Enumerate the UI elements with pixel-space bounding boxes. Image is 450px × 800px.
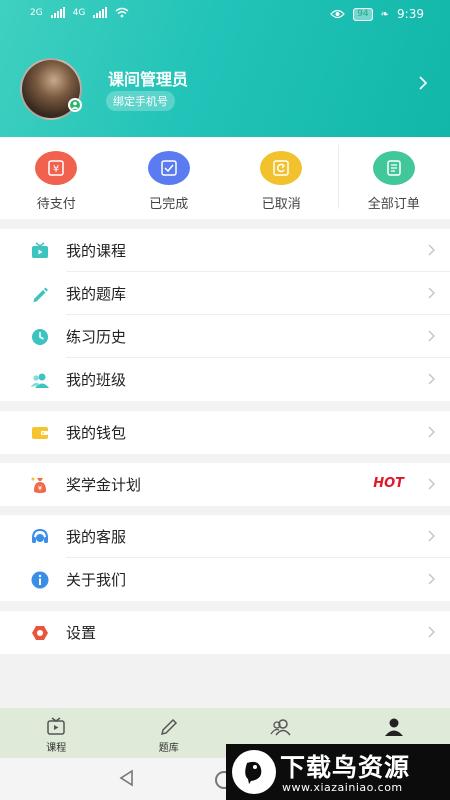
menu-group-scholarship: ¥ 奖学金计划 HOT bbox=[0, 463, 450, 506]
svg-text:¥: ¥ bbox=[53, 164, 59, 175]
users-icon bbox=[270, 719, 291, 736]
chevron-right-icon bbox=[428, 478, 435, 490]
menu-group-learning: 我的课程 我的题库 练习历史 我的班级 bbox=[0, 229, 450, 401]
clock-time: 9:39 bbox=[397, 7, 424, 21]
tab-label: 课程 bbox=[46, 743, 67, 754]
signal-icon-2 bbox=[93, 7, 108, 18]
person-icon bbox=[384, 718, 403, 736]
cancel-refresh-icon bbox=[260, 151, 303, 185]
signal-icon bbox=[50, 7, 65, 18]
hot-badge: HOT bbox=[373, 476, 404, 491]
order-label: 全部订单 bbox=[367, 197, 420, 212]
menu-label: 我的客服 bbox=[66, 528, 127, 546]
chevron-right-icon bbox=[428, 287, 435, 299]
menu-item-my-class[interactable]: 我的班级 bbox=[0, 358, 450, 401]
chevron-right-icon bbox=[428, 573, 435, 585]
menu-item-about-us[interactable]: 关于我们 bbox=[0, 558, 450, 601]
order-cancelled-button[interactable]: 已取消 bbox=[225, 137, 338, 219]
users-icon bbox=[30, 373, 49, 388]
tab-question-bank[interactable]: 题库 bbox=[113, 708, 226, 758]
eye-icon bbox=[330, 9, 346, 19]
tv-play-icon bbox=[32, 242, 48, 258]
order-all-button[interactable]: 全部订单 bbox=[338, 137, 450, 219]
menu-label: 练习历史 bbox=[66, 328, 127, 346]
headset-icon bbox=[32, 528, 48, 543]
order-label: 已取消 bbox=[261, 197, 301, 212]
status-bar: 2G 4G 94 ❧ 9:39 bbox=[0, 0, 450, 30]
pencil-icon bbox=[33, 287, 48, 302]
order-divider bbox=[338, 145, 339, 209]
menu-label: 设置 bbox=[66, 624, 97, 642]
chevron-right-icon[interactable] bbox=[416, 76, 430, 90]
menu-label: 我的钱包 bbox=[66, 424, 127, 442]
wallet-icon bbox=[32, 427, 48, 439]
menu-label: 奖学金计划 bbox=[66, 476, 142, 494]
watermark-url: www.xiazainiao.com bbox=[282, 781, 403, 794]
gear-icon bbox=[32, 626, 48, 640]
tab-label: 题库 bbox=[158, 743, 179, 754]
chevron-right-icon bbox=[428, 426, 435, 438]
chevron-right-icon bbox=[428, 373, 435, 385]
order-completed-button[interactable]: 已完成 bbox=[113, 137, 226, 219]
menu-label: 我的班级 bbox=[66, 371, 127, 389]
leaf-icon: ❧ bbox=[380, 8, 390, 20]
check-list-icon bbox=[147, 151, 190, 185]
menu-label: 我的课程 bbox=[66, 242, 127, 260]
menu-item-settings[interactable]: 设置 bbox=[0, 611, 450, 654]
username: 课间管理员 bbox=[108, 70, 189, 89]
menu-item-practice-history[interactable]: 练习历史 bbox=[0, 315, 450, 358]
menu-label: 关于我们 bbox=[66, 571, 127, 589]
network-label-a: 2G bbox=[30, 7, 43, 18]
menu-group-support: 我的客服 关于我们 bbox=[0, 515, 450, 601]
bind-phone-link[interactable]: 绑定手机号 bbox=[106, 91, 175, 111]
watermark-title: 下载鸟资源 bbox=[280, 753, 411, 782]
menu-item-customer-service[interactable]: 我的客服 bbox=[0, 515, 450, 558]
battery-indicator: 94 bbox=[353, 7, 373, 21]
menu-group-settings: 设置 bbox=[0, 611, 450, 654]
watermark-banner: 下载鸟资源 www.xiazainiao.com bbox=[226, 744, 450, 800]
wallet-yen-icon: ¥ bbox=[35, 151, 78, 185]
chevron-right-icon bbox=[428, 330, 435, 342]
menu-group-wallet: 我的钱包 bbox=[0, 411, 450, 454]
wifi-icon bbox=[115, 7, 129, 18]
menu-label: 我的题库 bbox=[66, 285, 127, 303]
order-status-bar: ¥ 待支付 已完成 已取消 全部订单 bbox=[0, 137, 450, 219]
chevron-right-icon bbox=[428, 244, 435, 256]
info-icon bbox=[31, 571, 49, 589]
svg-text:¥: ¥ bbox=[38, 485, 43, 493]
network-label-b: 4G bbox=[72, 7, 86, 18]
order-label: 待支付 bbox=[36, 197, 76, 212]
chevron-right-icon bbox=[428, 626, 435, 638]
user-badge-icon bbox=[68, 98, 82, 112]
chevron-right-icon bbox=[428, 530, 435, 542]
menu-item-my-wallet[interactable]: 我的钱包 bbox=[0, 411, 450, 454]
document-list-icon bbox=[372, 151, 415, 185]
order-label: 已完成 bbox=[149, 197, 189, 212]
back-triangle-icon[interactable] bbox=[118, 769, 136, 787]
bird-logo-icon bbox=[232, 750, 276, 794]
profile-header: 2G 4G 94 ❧ 9:39 课间管理员 绑定手机号 bbox=[0, 0, 450, 137]
menu-item-my-courses[interactable]: 我的课程 bbox=[0, 229, 450, 272]
money-bag-icon: ¥ bbox=[31, 477, 46, 493]
tab-courses[interactable]: 课程 bbox=[0, 708, 113, 758]
clock-icon bbox=[32, 329, 48, 345]
menu-item-scholarship[interactable]: ¥ 奖学金计划 HOT bbox=[0, 463, 450, 506]
menu-item-my-questions[interactable]: 我的题库 bbox=[0, 272, 450, 315]
order-pending-button[interactable]: ¥ 待支付 bbox=[0, 137, 113, 219]
tv-play-icon bbox=[47, 717, 65, 735]
pencil-icon bbox=[160, 718, 177, 736]
